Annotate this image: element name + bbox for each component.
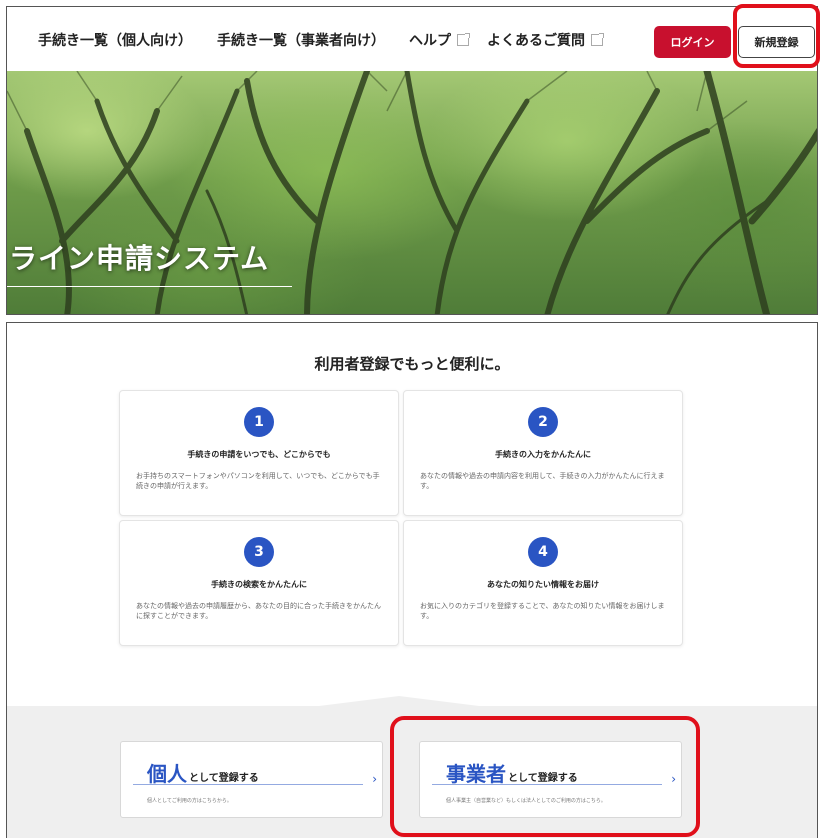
feature-description: あなたの情報や過去の申請履歴から、あなたの目的に合った手続きをかんたんに探すこと… <box>136 602 381 620</box>
top-panel: 手続き一覧（個人向け） 手続き一覧（事業者向け） ヘルプ よくあるご質問 ログイ… <box>6 6 818 315</box>
external-link-icon <box>591 33 604 46</box>
feature-title: あなたの知りたい情報をお届け <box>487 580 599 589</box>
nav-help[interactable]: ヘルプ <box>409 30 470 50</box>
nav-label: 手続き一覧（事業者向け） <box>217 33 385 49</box>
hero-title-underline <box>7 286 292 287</box>
login-button[interactable]: ログイン <box>654 26 731 58</box>
register-description: 個人としてご利用の方はこちらから。 <box>147 798 232 804</box>
register-heading: 個人 として登録する <box>147 758 259 787</box>
highlight-annotation-register <box>733 4 820 68</box>
hero-banner: ライン申請システム <box>7 71 817 314</box>
nav-faq[interactable]: よくあるご質問 <box>487 30 604 50</box>
divider <box>133 784 363 785</box>
nav-procedures-individual[interactable]: 手続き一覧（個人向け） <box>38 30 192 50</box>
highlight-annotation-business <box>390 716 700 837</box>
section-title: 利用者登録でもっと便利に。 <box>314 355 510 373</box>
forest-illustration <box>7 71 817 314</box>
external-link-icon <box>457 33 470 46</box>
feature-description: お手持ちのスマートフォンやパソコンを利用して、いつでも、どこからでも手続きの申請… <box>136 472 380 490</box>
number-badge: 2 <box>528 407 558 437</box>
nav-label: よくあるご質問 <box>487 33 585 49</box>
register-individual-card[interactable]: 個人 として登録する 個人としてご利用の方はこちらから。 › <box>120 741 383 818</box>
number-badge: 1 <box>244 407 274 437</box>
feature-card-4: 4 あなたの知りたい情報をお届け お気に入りのカテゴリを登録することで、あなたの… <box>403 520 683 646</box>
feature-card-2: 2 手続きの入力をかんたんに あなたの情報や過去の申請内容を利用して、手続きの入… <box>403 390 683 516</box>
feature-card-3: 3 手続きの検索をかんたんに あなたの情報や過去の申請履歴から、あなたの目的に合… <box>119 520 399 646</box>
number-badge: 4 <box>528 537 558 567</box>
hero-title: ライン申請システム <box>9 242 270 275</box>
nav-procedures-business[interactable]: 手続き一覧（事業者向け） <box>217 30 385 50</box>
nav-label: 手続き一覧（個人向け） <box>38 33 192 49</box>
register-type: 個人 <box>147 762 187 786</box>
register-suffix: として登録する <box>189 773 259 784</box>
band-notch <box>319 696 479 706</box>
feature-title: 手続きの申請をいつでも、どこからでも <box>187 450 331 459</box>
feature-title: 手続きの入力をかんたんに <box>495 450 591 459</box>
chevron-right-icon: › <box>372 772 377 786</box>
nav-label: ヘルプ <box>409 33 451 49</box>
number-badge: 3 <box>244 537 274 567</box>
feature-title: 手続きの検索をかんたんに <box>211 580 307 589</box>
site-header: 手続き一覧（個人向け） 手続き一覧（事業者向け） ヘルプ よくあるご質問 ログイ… <box>7 7 817 71</box>
feature-description: お気に入りのカテゴリを登録することで、あなたの知りたい情報をお届けします。 <box>420 602 665 620</box>
feature-card-1: 1 手続きの申請をいつでも、どこからでも お手持ちのスマートフォンやパソコンを利… <box>119 390 399 516</box>
feature-description: あなたの情報や過去の申請内容を利用して、手続きの入力がかんたんに行えます。 <box>420 472 665 490</box>
